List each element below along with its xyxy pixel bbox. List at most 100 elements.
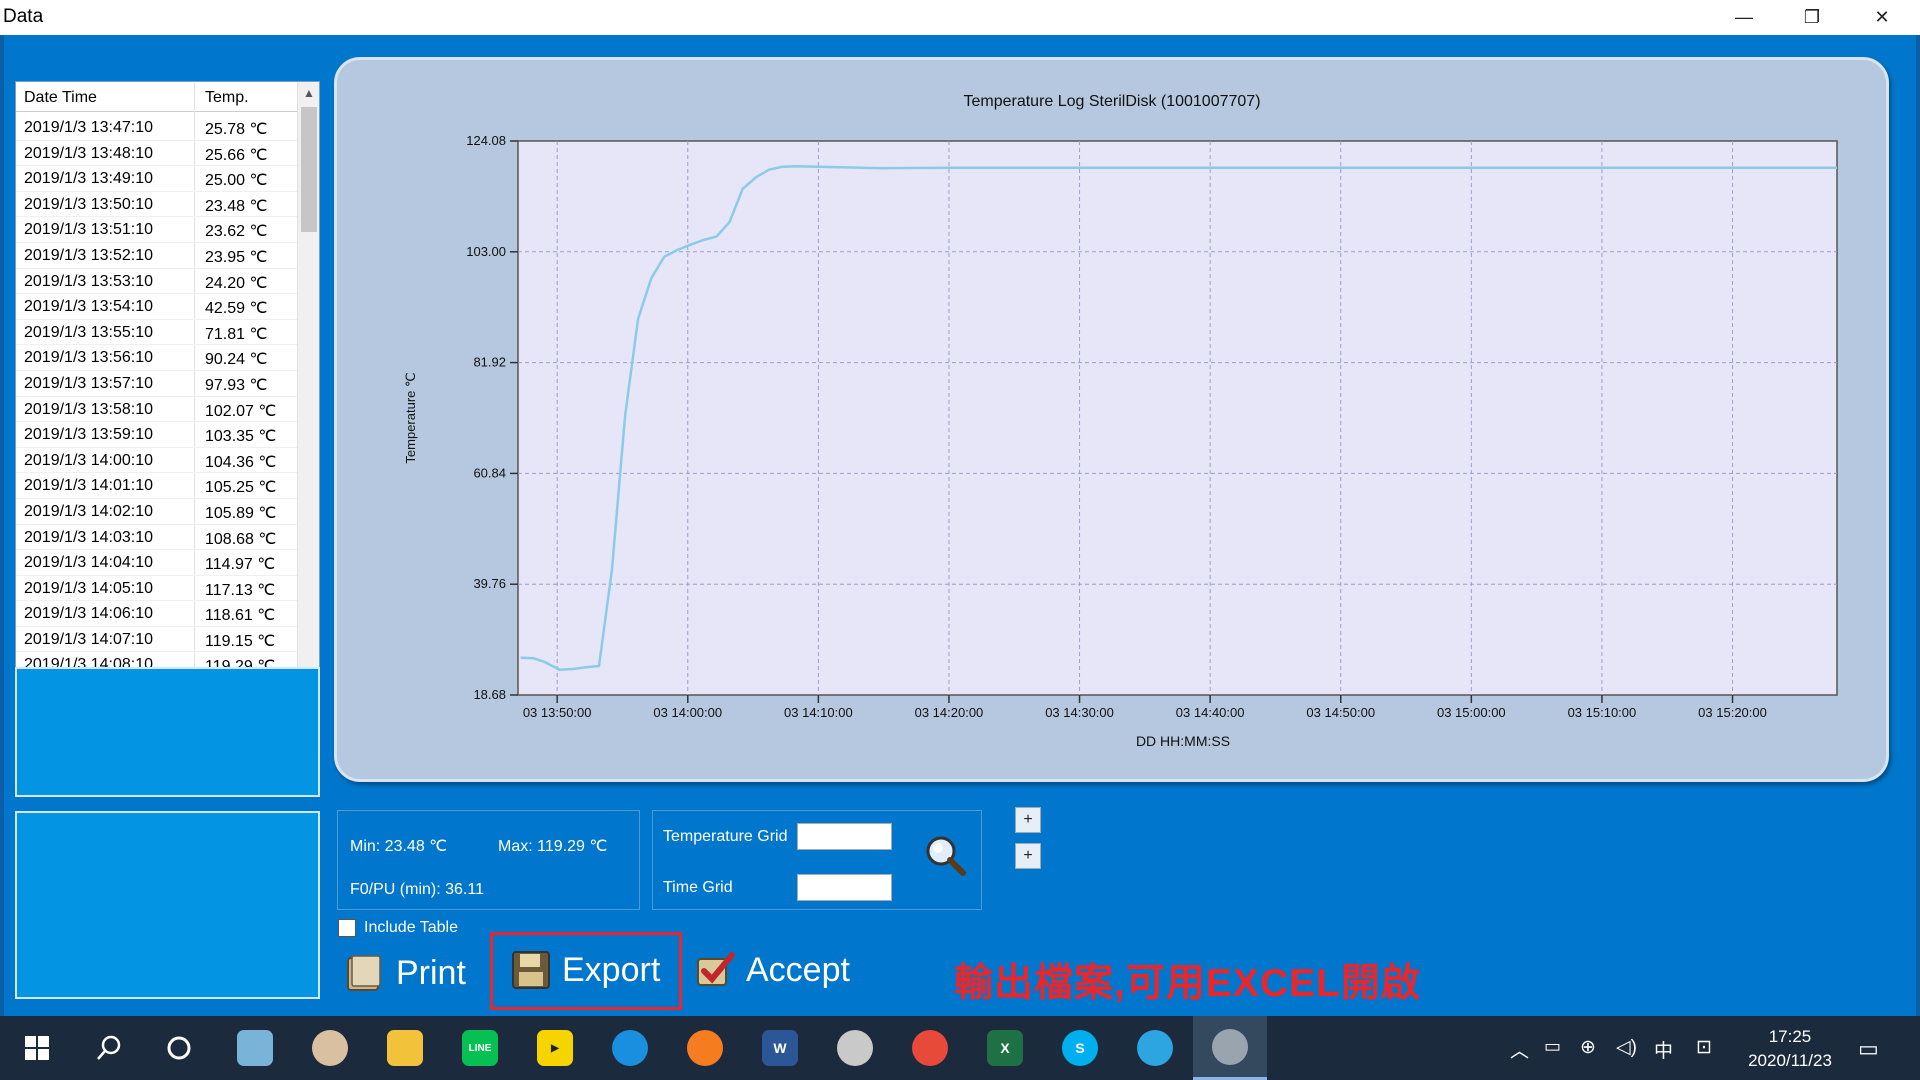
row-date-time: 2019/1/3 13:51:10: [24, 221, 154, 239]
file-explorer-icon[interactable]: [368, 1016, 442, 1080]
table-row[interactable]: 2019/1/3 13:53:10 24.20 ℃: [16, 269, 298, 295]
row-date-time: 2019/1/3 13:57:10: [24, 374, 154, 392]
table-row[interactable]: 2019/1/3 14:03:10 108.68 ℃: [16, 525, 298, 551]
table-row[interactable]: 2019/1/3 14:01:10 105.25 ℃: [16, 473, 298, 499]
table-row[interactable]: 2019/1/3 13:47:10 25.78 ℃: [16, 115, 298, 141]
row-temp: 118.61 ℃: [205, 607, 276, 625]
player-icon[interactable]: ▶: [518, 1016, 592, 1080]
table-row[interactable]: 2019/1/3 13:52:10 23.95 ℃: [16, 243, 298, 269]
table-row[interactable]: 2019/1/3 14:04:10 114.97 ℃: [16, 550, 298, 576]
data-table[interactable]: Date Time Temp. 2019/1/3 13:47:10 25.78 ℃…: [15, 81, 320, 689]
table-row[interactable]: 2019/1/3 13:49:10 25.00 ℃: [16, 166, 298, 192]
row-temp: 23.62 ℃: [205, 223, 268, 241]
zoom-in-button-1[interactable]: +: [1015, 807, 1041, 833]
table-row[interactable]: 2019/1/3 13:50:10 23.48 ℃: [16, 192, 298, 218]
chart-panel: 124.08 103.00 81.92 60.84 39.76 18.68 03 13:50…: [334, 57, 1889, 782]
telegram-icon[interactable]: [1118, 1016, 1192, 1080]
accept-button[interactable]: Accept: [694, 940, 850, 1000]
x-tick-label: 03 14:50:00: [1306, 705, 1375, 720]
scroll-thumb[interactable]: [301, 107, 317, 232]
table-row[interactable]: 2019/1/3 13:57:10 97.93 ℃: [16, 371, 298, 397]
table-header: Date Time Temp.: [16, 82, 298, 112]
row-temp: 42.59 ℃: [205, 300, 268, 318]
row-date-time: 2019/1/3 14:00:10: [24, 451, 154, 469]
table-row[interactable]: 2019/1/3 13:59:10 103.35 ℃: [16, 422, 298, 448]
print-button[interactable]: Print: [344, 943, 466, 1003]
row-date-time: 2019/1/3 14:03:10: [24, 528, 154, 546]
line-app-icon[interactable]: LINE: [443, 1016, 517, 1080]
export-button[interactable]: Export: [510, 940, 660, 1000]
windows-start-icon[interactable]: [0, 1016, 74, 1080]
table-row[interactable]: 2019/1/3 13:48:10 25.66 ℃: [16, 141, 298, 167]
row-date-time: 2019/1/3 13:56:10: [24, 349, 154, 367]
restore-button[interactable]: ❐: [1778, 0, 1846, 35]
excel-icon[interactable]: X: [968, 1016, 1042, 1080]
magnifier-icon[interactable]: [923, 833, 967, 877]
cortana-icon[interactable]: [142, 1016, 216, 1080]
row-date-time: 2019/1/3 13:54:10: [24, 298, 154, 316]
table-row[interactable]: 2019/1/3 14:02:10 105.89 ℃: [16, 499, 298, 525]
row-temp: 119.15 ℃: [205, 632, 276, 650]
clock[interactable]: 17:25 2020/11/23: [1730, 1025, 1850, 1073]
search-icon[interactable]: [72, 1016, 146, 1080]
notification-icon[interactable]: ▭: [1858, 1036, 1879, 1062]
app-area: Date Time Temp. 2019/1/3 13:47:10 25.78 ℃…: [0, 35, 1920, 1016]
temperature-grid-input[interactable]: [797, 823, 892, 850]
row-temp: 105.89 ℃: [205, 504, 277, 522]
word-icon[interactable]: W: [743, 1016, 817, 1080]
table-row[interactable]: 2019/1/3 13:56:10 90.24 ℃: [16, 345, 298, 371]
window-title: Data: [3, 6, 44, 27]
table-row[interactable]: 2019/1/3 13:55:10 71.81 ℃: [16, 320, 298, 346]
tray-chevron-icon[interactable]: ︿: [1510, 1036, 1529, 1063]
min-temp-label: Min: 23.48 ℃: [350, 838, 448, 855]
include-table-checkbox[interactable]: [338, 919, 356, 937]
clock-date: 2020/11/23: [1748, 1051, 1832, 1070]
table-row[interactable]: 2019/1/3 14:06:10 118.61 ℃: [16, 601, 298, 627]
input-mode-icon[interactable]: ⊡: [1696, 1036, 1712, 1059]
battery-icon[interactable]: ▭: [1544, 1036, 1561, 1057]
scroll-up-icon[interactable]: ▲: [298, 82, 319, 104]
skype-icon[interactable]: S: [1043, 1016, 1117, 1080]
time-grid-input[interactable]: [797, 874, 892, 901]
table-row[interactable]: 2019/1/3 13:54:10 42.59 ℃: [16, 294, 298, 320]
header-temp[interactable]: Temp.: [205, 89, 249, 107]
network-icon[interactable]: ⊕: [1580, 1036, 1596, 1059]
row-temp: 90.24 ℃: [205, 351, 268, 369]
row-date-time: 2019/1/3 13:49:10: [24, 170, 154, 188]
chart-title: Temperature Log SterilDisk (1001007707): [963, 93, 1260, 110]
taskbar: LINE ▶ W X S ︿ ▭ ⊕ ◁) 中 ⊡ 17:25 2020/11/…: [0, 1016, 1920, 1080]
blue-panel-1: [15, 667, 320, 797]
max-temp-label: Max: 119.29 ℃: [498, 838, 608, 855]
firefox-icon[interactable]: [668, 1016, 742, 1080]
grid-controls-group: Temperature Grid Time Grid: [652, 810, 982, 910]
row-date-time: 2019/1/3 13:48:10: [24, 144, 154, 162]
row-temp: 25.00 ℃: [205, 172, 268, 190]
x-tick-label: 03 14:00:00: [653, 705, 722, 720]
y-tick-label: 103.00: [466, 244, 506, 259]
table-row[interactable]: 2019/1/3 13:51:10 23.62 ℃: [16, 217, 298, 243]
blue-panel-2: [15, 811, 320, 999]
app-icon-1[interactable]: [218, 1016, 292, 1080]
x-tick-label: 03 15:00:00: [1437, 705, 1506, 720]
ime-indicator[interactable]: 中: [1654, 1036, 1673, 1063]
table-row[interactable]: 2019/1/3 14:07:10 119.15 ℃: [16, 627, 298, 653]
app-icon-2[interactable]: [818, 1016, 892, 1080]
active-app-icon[interactable]: [1193, 1016, 1267, 1080]
row-date-time: 2019/1/3 13:59:10: [24, 426, 154, 444]
volume-icon[interactable]: ◁): [1616, 1036, 1637, 1059]
zoom-in-button-2[interactable]: +: [1015, 843, 1041, 869]
plot-area: [517, 140, 1838, 696]
paint-icon[interactable]: [293, 1016, 367, 1080]
minimize-button[interactable]: —: [1710, 0, 1778, 35]
close-button[interactable]: ✕: [1848, 0, 1916, 35]
chrome-icon[interactable]: [893, 1016, 967, 1080]
header-date-time[interactable]: Date Time: [24, 89, 97, 107]
print-icon: [347, 955, 381, 991]
vertical-scrollbar[interactable]: ▲ ▼: [297, 82, 319, 688]
y-tick-label: 18.68: [473, 687, 506, 702]
y-axis-label: Temperature ℃: [403, 372, 418, 463]
table-row[interactable]: 2019/1/3 14:00:10 104.36 ℃: [16, 448, 298, 474]
table-row[interactable]: 2019/1/3 14:05:10 117.13 ℃: [16, 576, 298, 602]
edge-icon[interactable]: [593, 1016, 667, 1080]
table-row[interactable]: 2019/1/3 13:58:10 102.07 ℃: [16, 397, 298, 423]
